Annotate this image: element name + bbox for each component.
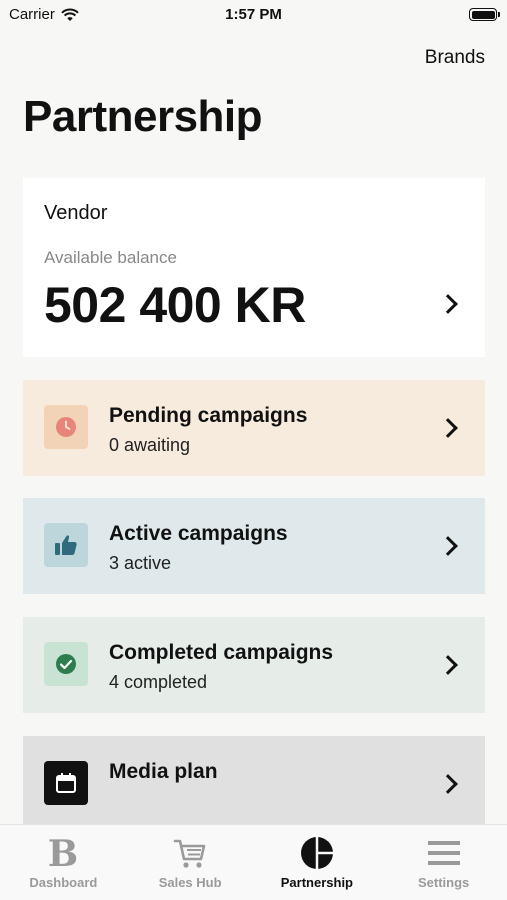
tab-bar: B Dashboard Sales Hub Partnership Settin… <box>0 824 507 900</box>
row-title: Pending campaigns <box>109 404 308 427</box>
row-title: Media plan <box>109 760 218 783</box>
cart-icon <box>173 839 206 868</box>
brand-b-icon: B <box>48 835 78 871</box>
status-time: 1:57 PM <box>225 6 282 23</box>
pie-chart-icon <box>300 837 333 869</box>
row-subtitle: 3 active <box>109 553 172 573</box>
tab-partnership[interactable]: Partnership <box>254 825 381 900</box>
active-campaigns-row[interactable]: Active campaigns 3 active <box>23 498 485 594</box>
thumbs-up-icon <box>44 523 88 567</box>
row-subtitle: 4 completed <box>109 672 208 692</box>
clock-icon <box>44 405 88 449</box>
svg-text:B: B <box>48 835 78 871</box>
tab-label: Settings <box>417 875 470 890</box>
chevron-right-icon <box>438 774 458 794</box>
tab-label: Sales Hub <box>158 875 222 890</box>
balance-card[interactable]: Vendor Available balance 502 400 KR <box>23 178 485 357</box>
row-subtitle: 0 awaiting <box>109 435 191 455</box>
tab-label: Dashboard <box>29 875 98 890</box>
chevron-right-icon <box>438 418 458 438</box>
page-title: Partnership <box>23 92 263 141</box>
tab-label: Partnership <box>280 875 353 890</box>
chevron-right-icon <box>438 294 458 314</box>
balance-amount: 502 400 KR <box>44 277 306 333</box>
available-balance-label: Available balance <box>44 248 177 267</box>
vendor-label: Vendor <box>44 202 108 224</box>
pending-campaigns-row[interactable]: Pending campaigns 0 awaiting <box>23 380 485 476</box>
row-title: Active campaigns <box>109 522 288 545</box>
tab-dashboard[interactable]: B Dashboard <box>0 825 127 900</box>
media-plan-row[interactable]: Media plan <box>23 736 485 828</box>
tab-settings[interactable]: Settings <box>380 825 507 900</box>
tab-sales-hub[interactable]: Sales Hub <box>127 825 254 900</box>
chevron-right-icon <box>438 536 458 556</box>
check-circle-icon <box>44 642 88 686</box>
row-title: Completed campaigns <box>109 641 334 664</box>
completed-campaigns-row[interactable]: Completed campaigns 4 completed <box>23 617 485 713</box>
battery-icon <box>469 8 500 21</box>
calendar-icon <box>44 761 88 805</box>
status-bar: Carrier 1:57 PM <box>0 0 507 30</box>
chevron-right-icon <box>438 655 458 675</box>
menu-icon <box>427 841 460 865</box>
brands-button[interactable]: Brands <box>425 47 485 69</box>
